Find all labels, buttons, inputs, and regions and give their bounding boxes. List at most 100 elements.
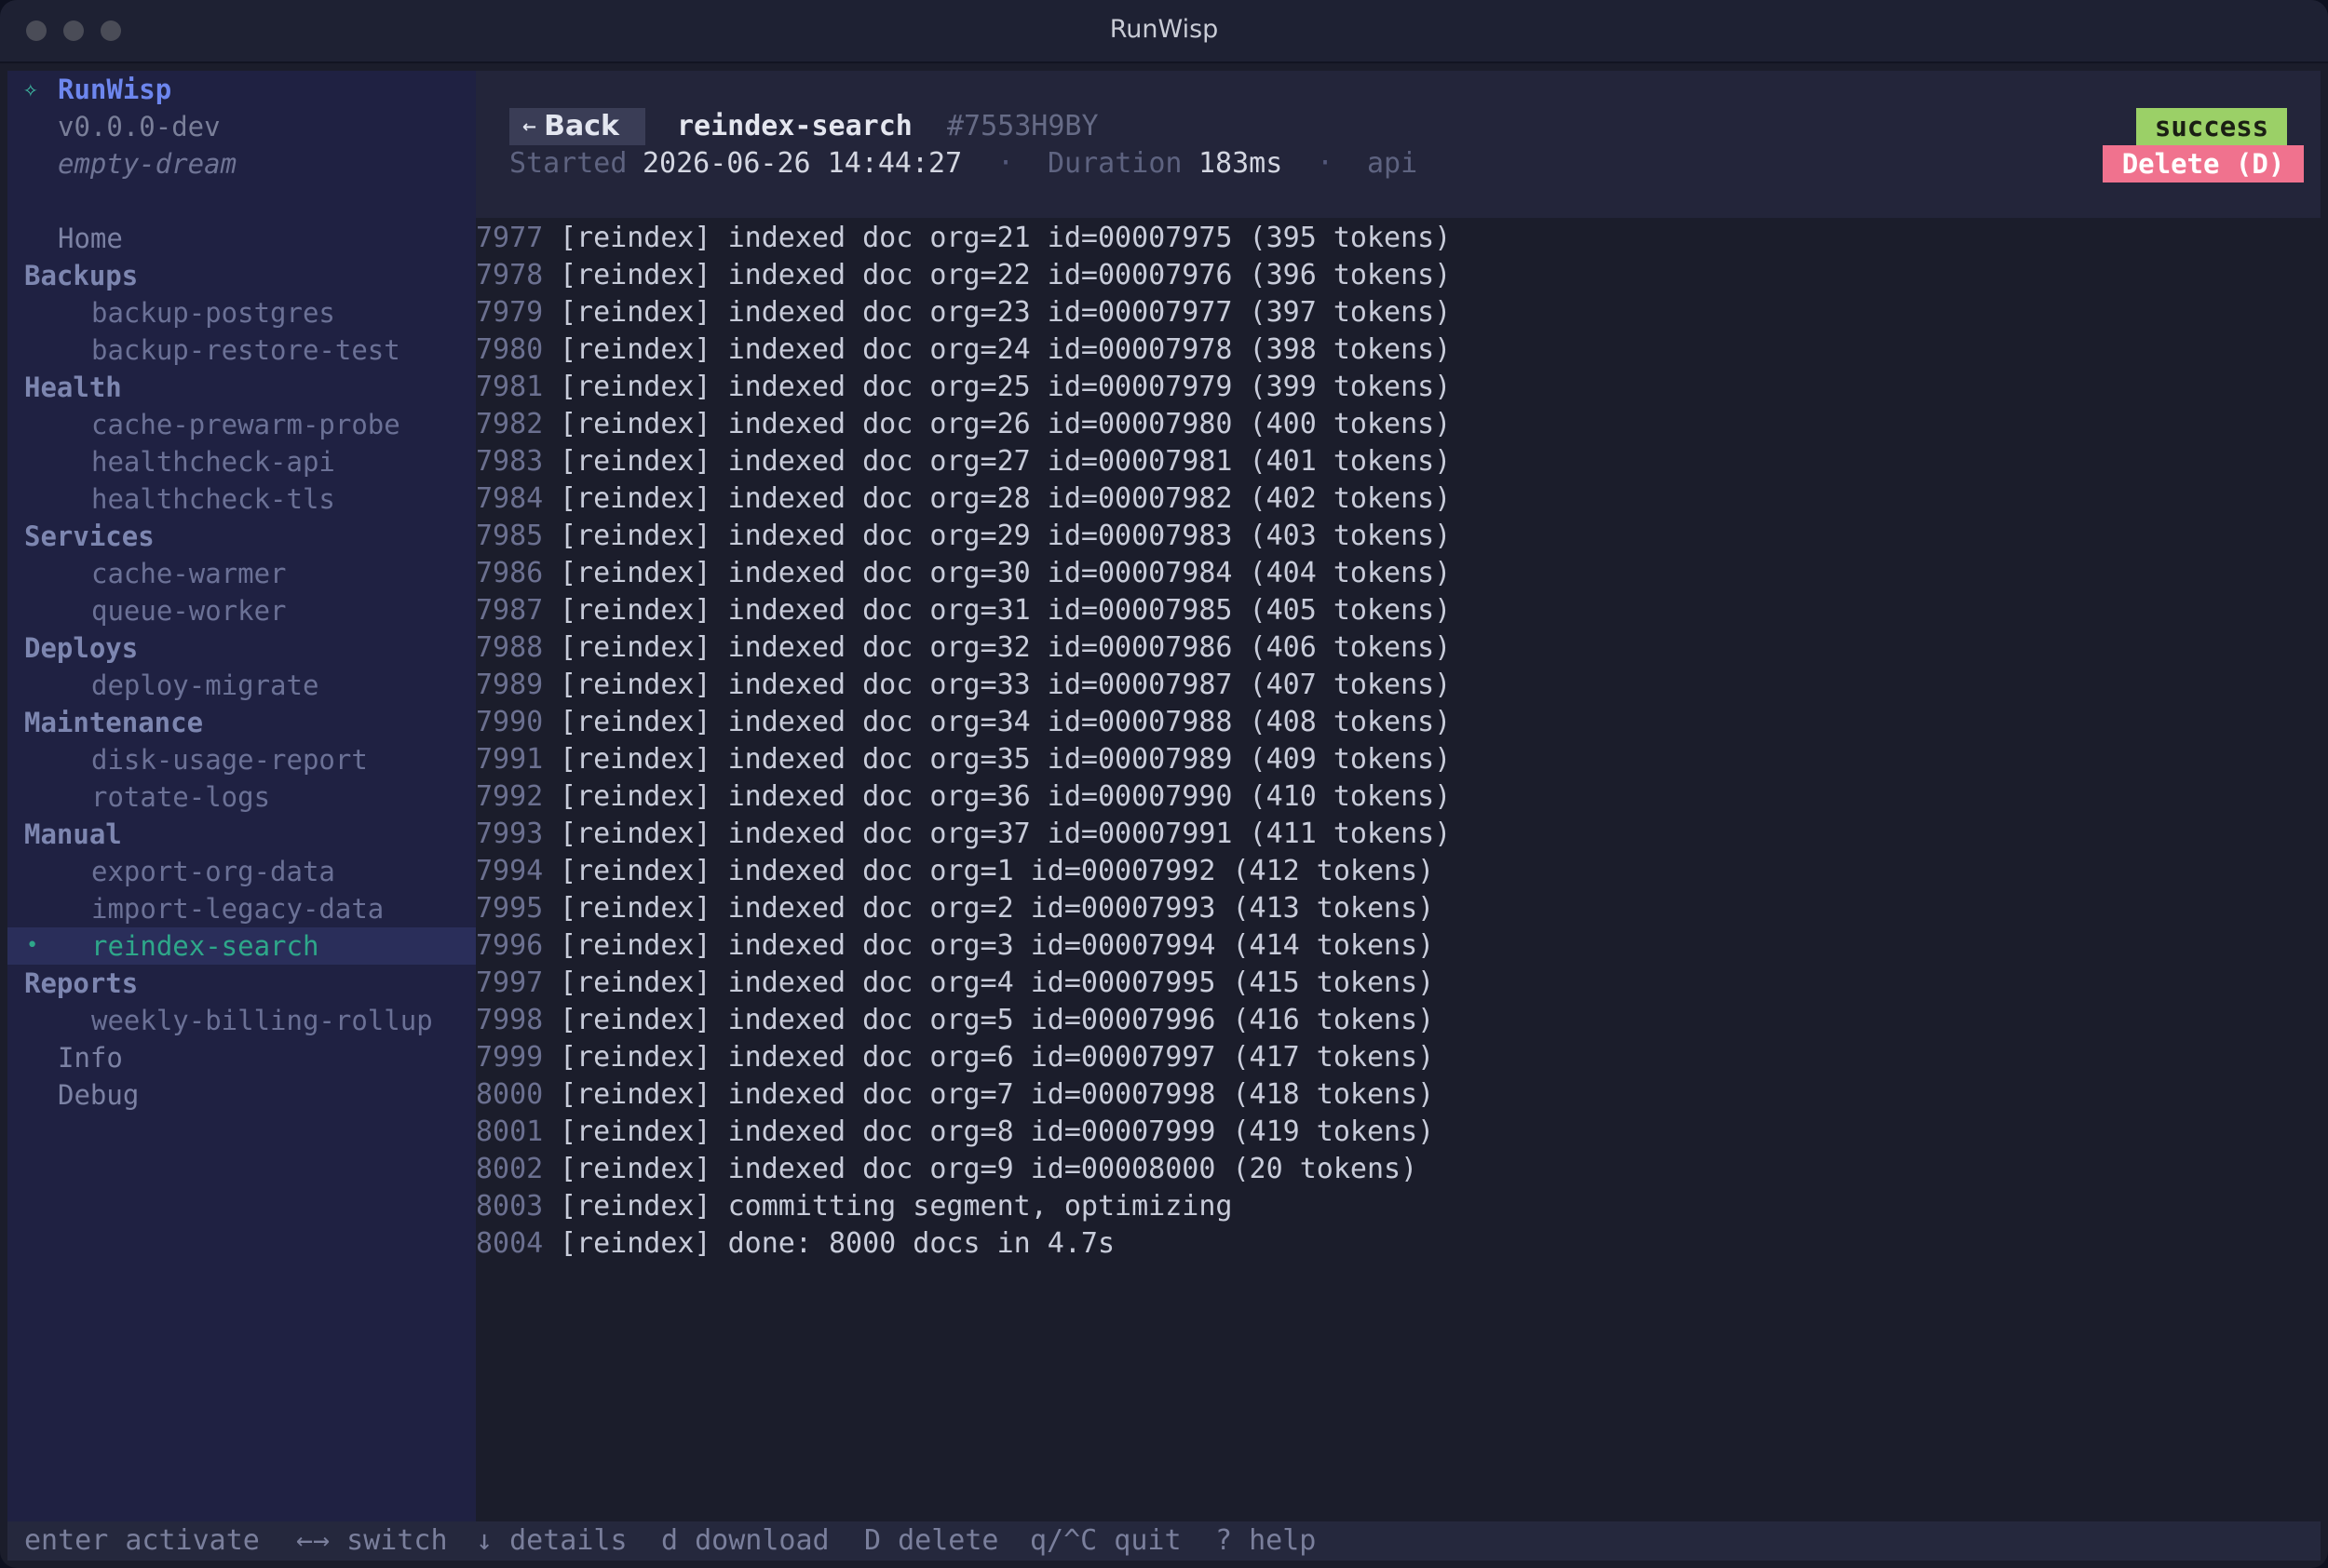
sidebar-item-disk-usage-report[interactable]: disk-usage-report — [91, 741, 368, 778]
log-line-text: [reindex] indexed doc org=26 id=00007980… — [560, 408, 1452, 440]
sidebar-item-healthcheck-tls[interactable]: healthcheck-tls — [91, 480, 335, 518]
log-line-text: [reindex] indexed doc org=4 id=00007995 … — [560, 966, 1435, 999]
log-line: 7997 [reindex] indexed doc org=4 id=00007… — [476, 965, 1434, 1002]
keybinding-hint: ←→ switch — [296, 1524, 448, 1557]
log-line-number: 7999 — [476, 1041, 544, 1074]
log-line-number: 8004 — [476, 1227, 544, 1260]
log-line: 7985 [reindex] indexed doc org=29 id=0000… — [476, 518, 1451, 555]
delete-button[interactable]: Delete (D) — [2103, 145, 2304, 182]
log-line-number: 7982 — [476, 408, 544, 440]
log-line-number: 8001 — [476, 1115, 544, 1148]
back-button[interactable]: ← Back — [509, 108, 645, 145]
app-window: RunWisp ✧ RunWisp v0.0.0-dev empty-dream Hom… — [0, 0, 2328, 1568]
log-line: 8001 [reindex] indexed doc org=8 id=00007… — [476, 1114, 1434, 1151]
log-line: 7989 [reindex] indexed doc org=33 id=0000… — [476, 667, 1451, 704]
sidebar-group-backups[interactable]: Backups — [24, 257, 138, 294]
sidebar-item-healthcheck-api[interactable]: healthcheck-api — [91, 443, 335, 480]
log-line: 7996 [reindex] indexed doc org=3 id=00007… — [476, 927, 1434, 965]
log-line-number: 7989 — [476, 669, 544, 701]
log-line-text: [reindex] indexed doc org=23 id=00007977… — [560, 296, 1452, 329]
sidebar-group-services[interactable]: Services — [24, 518, 155, 555]
keybinding-hint: q/^C quit — [1030, 1524, 1182, 1557]
log-line-text: [reindex] indexed doc org=2 id=00007993 … — [560, 892, 1435, 925]
brand-name: RunWisp — [58, 74, 172, 105]
log-line-text: [reindex] indexed doc org=8 id=00007999 … — [560, 1115, 1435, 1148]
log-line-number: 7983 — [476, 445, 544, 478]
log-line: 7983 [reindex] indexed doc org=27 id=0000… — [476, 443, 1451, 480]
log-line-text: [reindex] indexed doc org=22 id=00007976… — [560, 259, 1452, 291]
log-line: 7986 [reindex] indexed doc org=30 id=0000… — [476, 555, 1451, 592]
sidebar-group-deploys[interactable]: Deploys — [24, 629, 138, 667]
log-line-number: 7994 — [476, 855, 544, 887]
sidebar-group-reports[interactable]: Reports — [24, 965, 138, 1002]
log-line-text: [reindex] indexed doc org=7 id=00007998 … — [560, 1078, 1435, 1111]
log-line: 7980 [reindex] indexed doc org=24 id=0000… — [476, 331, 1451, 369]
log-line: 7977 [reindex] indexed doc org=21 id=0000… — [476, 220, 1451, 257]
sidebar-item-info[interactable]: Info — [58, 1039, 123, 1076]
log-line-number: 8000 — [476, 1078, 544, 1111]
log-line-number: 7979 — [476, 296, 544, 329]
sidebar-item-export-org-data[interactable]: export-org-data — [91, 853, 335, 890]
brand-logo-icon: ✧ — [23, 75, 38, 103]
log-line-text: [reindex] indexed doc org=31 id=00007985… — [560, 594, 1452, 627]
trigger-source: api — [1367, 147, 1418, 180]
sidebar: ✧ RunWisp v0.0.0-dev empty-dream Home Backups… — [7, 71, 476, 1521]
log-line-number: 7987 — [476, 594, 544, 627]
keybinding-hint: ? help — [1215, 1524, 1317, 1557]
log-line-text: [reindex] indexed doc org=9 id=00008000 … — [560, 1153, 1418, 1185]
sidebar-item-home[interactable]: Home — [58, 220, 123, 257]
keybinding-hint: ↓ details — [476, 1524, 628, 1557]
sidebar-item-weekly-billing-rollup[interactable]: weekly-billing-rollup — [91, 1002, 433, 1039]
app-version: v0.0.0-dev — [58, 111, 221, 142]
log-line-number: 8002 — [476, 1153, 544, 1185]
keybinding-footer: enter activate ←→ switch ↓ details d downlo… — [7, 1521, 2321, 1561]
sidebar-item-deploy-migrate[interactable]: deploy-migrate — [91, 667, 318, 704]
job-name: reindex-search — [677, 110, 913, 142]
log-line-text: [reindex] committing segment, optimizing — [560, 1190, 1233, 1223]
log-line-text: [reindex] indexed doc org=32 id=00007986… — [560, 631, 1452, 664]
log-line-number: 7996 — [476, 929, 544, 962]
window-title: RunWisp — [1109, 15, 1219, 44]
log-line-text: [reindex] indexed doc org=6 id=00007997 … — [560, 1041, 1435, 1074]
log-line-text: [reindex] indexed doc org=30 id=00007984… — [560, 557, 1452, 589]
log-line-text: [reindex] indexed doc org=24 id=00007978… — [560, 333, 1452, 366]
duration-value: 183ms — [1198, 147, 1283, 180]
sidebar-item-cache-prewarm-probe[interactable]: cache-prewarm-probe — [91, 406, 400, 443]
sidebar-item-queue-worker[interactable]: queue-worker — [91, 592, 287, 629]
keybinding-hint: d download — [661, 1524, 830, 1557]
sidebar-item-reindex-search[interactable]: reindex-search — [91, 927, 318, 965]
log-line-text: [reindex] indexed doc org=37 id=00007991… — [560, 818, 1452, 850]
log-line: 7995 [reindex] indexed doc org=2 id=00007… — [476, 890, 1434, 927]
log-line-text: [reindex] indexed doc org=29 id=00007983… — [560, 520, 1452, 552]
log-line-text: [reindex] indexed doc org=21 id=00007975… — [560, 222, 1452, 254]
title-bar: RunWisp — [0, 0, 2328, 63]
started-value: 2026-06-26 14:44:27 — [643, 147, 963, 180]
log-line-text: [reindex] indexed doc org=35 id=00007989… — [560, 743, 1452, 776]
log-line: 7991 [reindex] indexed doc org=35 id=0000… — [476, 741, 1451, 778]
sidebar-item-cache-warmer[interactable]: cache-warmer — [91, 555, 287, 592]
sidebar-group-maintenance[interactable]: Maintenance — [24, 704, 203, 741]
log-line: 8003 [reindex] committing segment, optimi… — [476, 1188, 1232, 1225]
sidebar-group-health[interactable]: Health — [24, 369, 122, 406]
log-line-number: 7986 — [476, 557, 544, 589]
sidebar-item-backup-postgres[interactable]: backup-postgres — [91, 294, 335, 331]
meta-separator: · — [1317, 147, 1334, 180]
log-line: 7981 [reindex] indexed doc org=25 id=0000… — [476, 369, 1451, 406]
sidebar-item-backup-restore-test[interactable]: backup-restore-test — [91, 331, 400, 369]
log-line: 7992 [reindex] indexed doc org=36 id=0000… — [476, 778, 1451, 816]
sidebar-item-import-legacy-data[interactable]: import-legacy-data — [91, 890, 384, 927]
run-header: ← Back reindex-search #7553H9BY Started 2… — [476, 71, 2321, 218]
log-line: 7990 [reindex] indexed doc org=34 id=0000… — [476, 704, 1451, 741]
host-name: empty-dream — [58, 148, 237, 180]
log-output[interactable]: 7977 [reindex] indexed doc org=21 id=0000… — [476, 220, 2321, 1520]
sidebar-group-manual[interactable]: Manual — [24, 816, 122, 853]
log-line-number: 7992 — [476, 780, 544, 813]
meta-separator: · — [997, 147, 1015, 180]
sidebar-item-rotate-logs[interactable]: rotate-logs — [91, 778, 270, 816]
log-line-text: [reindex] done: 8000 docs in 4.7s — [560, 1227, 1116, 1260]
log-line-number: 7988 — [476, 631, 544, 664]
back-arrow-icon: ← — [522, 116, 537, 137]
log-line: 7978 [reindex] indexed doc org=22 id=0000… — [476, 257, 1451, 294]
sidebar-item-debug[interactable]: Debug — [58, 1076, 139, 1114]
log-line-number: 7977 — [476, 222, 544, 254]
